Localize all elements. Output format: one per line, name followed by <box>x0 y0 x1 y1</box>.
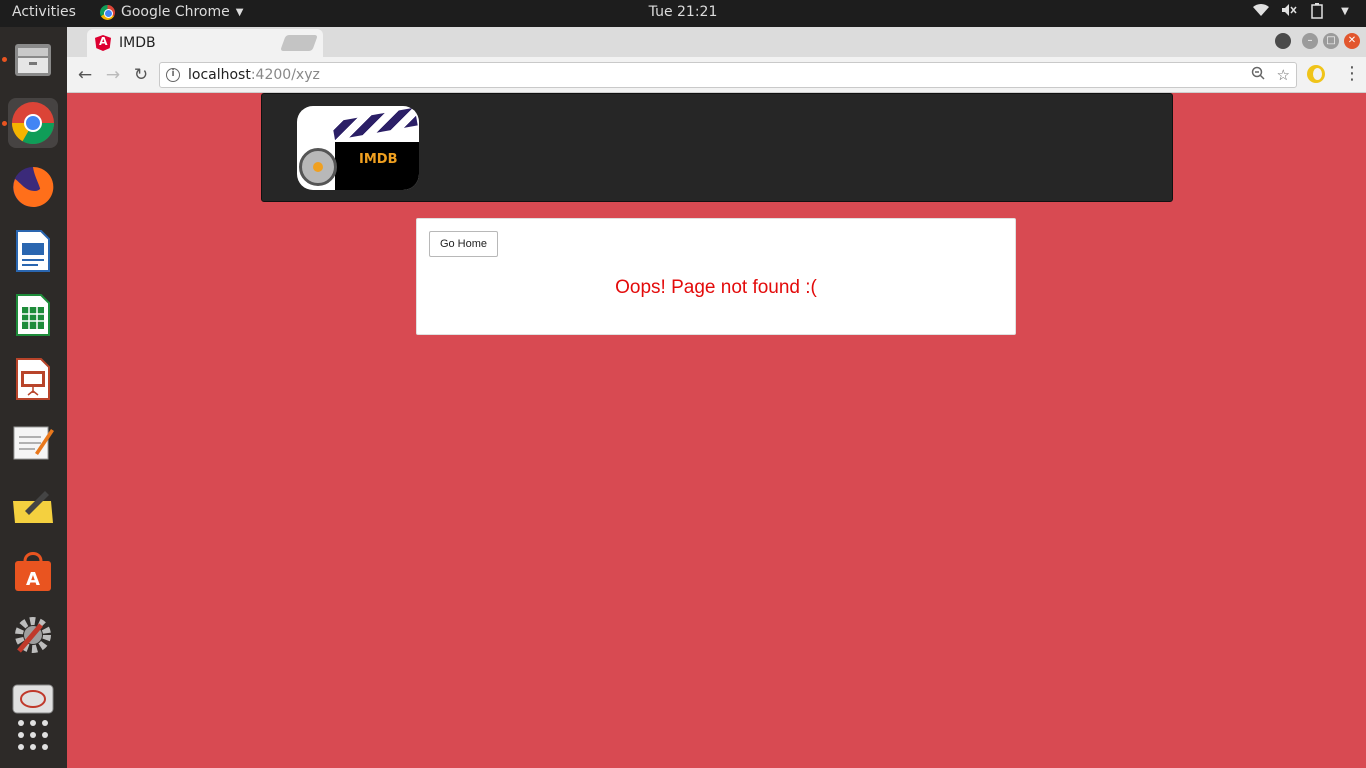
bookmark-star-icon[interactable]: ☆ <box>1277 66 1290 84</box>
forward-icon[interactable]: → <box>103 65 123 85</box>
page-content: IMDB Go Home Oops! Page not found :( <box>67 93 1366 768</box>
new-tab-button[interactable] <box>280 35 318 51</box>
dock: A <box>0 27 67 768</box>
url-host: localhost <box>188 67 251 83</box>
address-bar[interactable]: i localhost:4200/xyz ☆ <box>159 62 1297 88</box>
system-menu-caret-icon: ▼ <box>1341 6 1349 17</box>
info-icon[interactable]: i <box>166 68 180 82</box>
url-path: :4200/xyz <box>250 67 320 83</box>
close-window-icon[interactable]: ✕ <box>1344 33 1360 49</box>
activities-button[interactable]: Activities <box>12 4 76 20</box>
system-top-bar: Activities Google Chrome ▼ Tue 21:21 ▼ <box>0 0 1366 27</box>
writer-icon[interactable] <box>8 226 58 276</box>
svg-text:A: A <box>26 569 40 590</box>
impress-icon[interactable] <box>8 354 58 404</box>
profile-icon[interactable] <box>1275 33 1291 49</box>
film-reel-icon <box>299 148 337 186</box>
window-controls: – □ ✕ <box>1275 33 1360 49</box>
error-message: Oops! Page not found :( <box>615 277 817 298</box>
calc-icon[interactable] <box>8 290 58 340</box>
system-tray[interactable]: ▼ <box>1252 3 1354 21</box>
reload-icon[interactable]: ↻ <box>131 65 151 85</box>
settings-icon[interactable] <box>8 610 58 660</box>
app-grid-icon[interactable] <box>8 710 58 760</box>
chevron-down-icon: ▼ <box>235 6 244 18</box>
not-found-card: Go Home Oops! Page not found :( <box>416 218 1016 335</box>
chrome-icon[interactable] <box>8 98 58 148</box>
firefox-icon[interactable] <box>8 162 58 212</box>
battery-icon <box>1308 3 1326 21</box>
zoom-icon[interactable] <box>1251 66 1265 84</box>
chrome-icon <box>100 4 115 20</box>
volume-muted-icon <box>1280 3 1298 21</box>
go-home-button[interactable]: Go Home <box>429 231 498 257</box>
text-editor-icon[interactable] <box>8 418 58 468</box>
clapperboard-stripes <box>331 107 418 140</box>
maximize-icon[interactable]: □ <box>1323 33 1339 49</box>
software-center-icon[interactable]: A <box>8 546 58 596</box>
notes-icon[interactable] <box>8 482 58 532</box>
minimize-icon[interactable]: – <box>1302 33 1318 49</box>
running-indicator <box>2 57 7 62</box>
browser-toolbar: ← → ↻ i localhost:4200/xyz ☆ ⋮ <box>67 57 1366 93</box>
imdb-logo[interactable]: IMDB <box>297 106 419 190</box>
files-icon[interactable] <box>8 34 58 84</box>
extension-icon[interactable] <box>1307 65 1325 83</box>
tab-strip: IMDB ✕ – □ ✕ <box>67 27 1366 57</box>
site-header: IMDB <box>261 93 1173 202</box>
app-menu-label: Google Chrome <box>121 4 230 20</box>
back-icon[interactable]: ← <box>75 65 95 85</box>
chrome-menu-icon[interactable]: ⋮ <box>1343 63 1361 84</box>
wifi-icon <box>1252 3 1270 21</box>
angular-favicon-icon <box>95 35 111 51</box>
app-menu[interactable]: Google Chrome ▼ <box>100 4 243 20</box>
logo-text: IMDB <box>359 152 398 167</box>
tab-title: IMDB <box>119 35 156 51</box>
running-indicator <box>2 121 7 126</box>
